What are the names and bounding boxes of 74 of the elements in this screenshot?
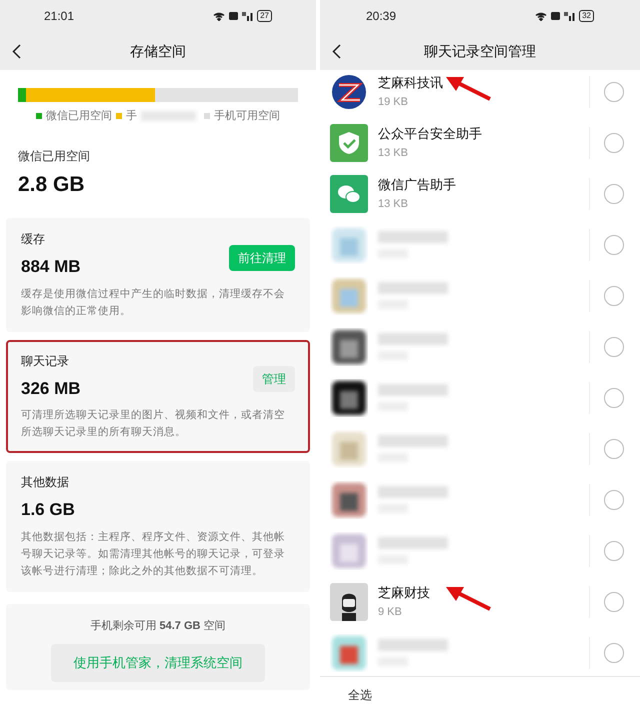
blurred-avatar xyxy=(330,378,368,416)
legend-label: 手机可用空间 xyxy=(214,108,280,124)
select-radio[interactable] xyxy=(604,286,624,306)
blurred-text xyxy=(378,537,448,549)
used-space-value: 2.8 GB xyxy=(18,172,86,198)
battery-level: 27 xyxy=(257,10,272,22)
chat-row[interactable]: 芝麻科技讯 19 KB xyxy=(320,66,640,117)
blurred-text xyxy=(378,333,448,345)
battery-level: 32 xyxy=(579,10,594,22)
select-radio[interactable] xyxy=(604,184,624,204)
chat-size: 13 KB xyxy=(378,197,409,212)
back-icon[interactable] xyxy=(332,44,341,59)
signal-icon xyxy=(564,12,576,20)
select-radio[interactable] xyxy=(604,82,624,102)
chat-row[interactable]: 微信广告助手 13 KB xyxy=(320,168,640,219)
select-radio[interactable] xyxy=(604,438,624,458)
select-radio[interactable] xyxy=(604,388,624,408)
blurred-text xyxy=(378,639,448,651)
card-value: 1.6 GB xyxy=(21,499,75,521)
card-title: 其他数据 xyxy=(21,474,70,491)
blurred-text xyxy=(378,231,448,243)
card-value: 326 MB xyxy=(21,378,81,400)
select-radio[interactable] xyxy=(604,540,624,560)
wifi-icon xyxy=(213,12,226,20)
logo-icon xyxy=(330,72,368,110)
select-radio[interactable] xyxy=(604,234,624,254)
blurred-avatar xyxy=(330,226,368,264)
blurred-text xyxy=(378,282,448,294)
blurred-avatar xyxy=(330,634,368,672)
blurred-text xyxy=(378,435,448,447)
chat-row[interactable]: 公众平台安全助手 13 KB xyxy=(320,117,640,168)
select-all-button[interactable]: 全选 xyxy=(348,686,372,704)
chat-name: 芝麻科技讯 xyxy=(378,74,444,92)
chat-name: 芝麻财技 xyxy=(378,584,431,602)
chat-row[interactable]: 芝麻财技 9 KB xyxy=(320,576,640,627)
page-title: 聊天记录空间管理 xyxy=(424,42,536,60)
hd-icon xyxy=(551,12,560,20)
chat-size: 13 KB xyxy=(378,146,409,161)
blurred-text xyxy=(378,486,448,498)
blurred-avatar xyxy=(330,328,368,366)
blurred-text xyxy=(378,384,448,396)
chat-size: 19 KB xyxy=(378,95,409,110)
card-description: 缓存是使用微信过程中产生的临时数据，清理缓存不会影响微信的正常使用。 xyxy=(21,286,286,318)
chat-size: 9 KB xyxy=(378,605,403,620)
select-radio[interactable] xyxy=(604,642,624,662)
card-value: 884 MB xyxy=(21,256,81,278)
chat-name: 公众平台安全助手 xyxy=(378,124,483,142)
back-icon[interactable] xyxy=(12,44,21,59)
status-time: 21:01 xyxy=(44,8,74,25)
page-title: 存储空间 xyxy=(130,42,186,60)
select-radio[interactable] xyxy=(604,490,624,510)
section-label: 微信已用空间 xyxy=(18,148,91,164)
blurred-avatar xyxy=(330,532,368,570)
blurred-avatar xyxy=(330,276,368,314)
signal-icon xyxy=(242,12,254,20)
chat-name: 微信广告助手 xyxy=(378,176,457,194)
shield-icon xyxy=(330,124,368,162)
avatar-icon xyxy=(330,582,368,620)
card-description: 可清理所选聊天记录里的图片、视频和文件，或者清空所选聊天记录里的所有聊天消息。 xyxy=(21,408,286,440)
select-radio[interactable] xyxy=(604,132,624,152)
hd-icon xyxy=(229,12,238,20)
free-space-text: 手机剩余可用 54.7 GB 空间 xyxy=(90,618,226,634)
card-title: 缓存 xyxy=(21,231,46,248)
legend-label: 手 xyxy=(126,109,137,124)
blurred-avatar xyxy=(330,480,368,518)
select-radio[interactable] xyxy=(604,336,624,356)
wifi-icon xyxy=(535,12,548,20)
legend-label: 微信已用空间 xyxy=(46,108,112,124)
status-time: 20:39 xyxy=(366,8,396,25)
card-title: 聊天记录 xyxy=(21,352,70,370)
chat-bubbles-icon xyxy=(330,174,368,212)
card-description: 其他数据包括：主程序、程序文件、资源文件、其他帐号聊天记录等。如需清理其他帐号的聊天记录，可登录该帐号进行清理；除此之外的其他数据不可清理。 xyxy=(21,530,286,578)
select-radio[interactable] xyxy=(604,592,624,612)
blurred-avatar xyxy=(330,430,368,468)
